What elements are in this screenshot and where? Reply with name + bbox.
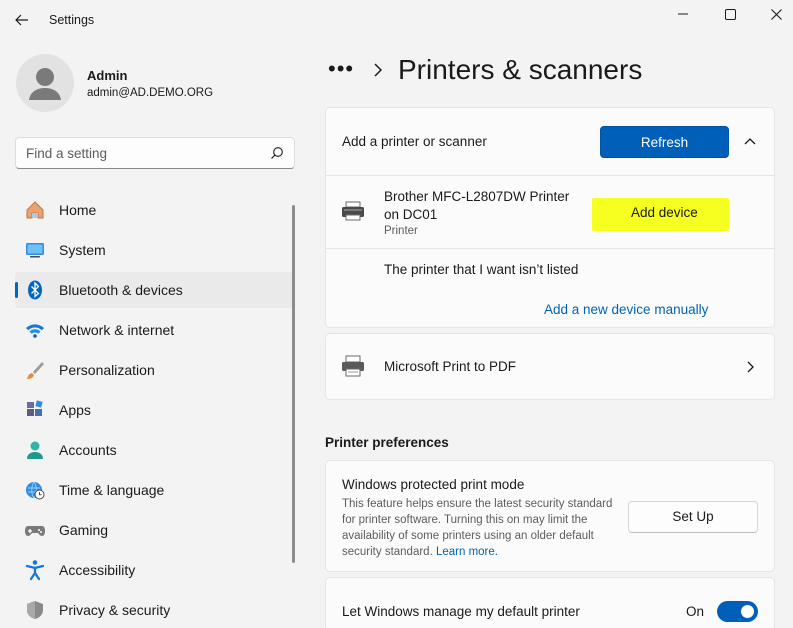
user-email: admin@AD.DEMO.ORG xyxy=(87,87,214,99)
sidebar-item-accessibility[interactable]: Accessibility xyxy=(15,552,295,588)
gamepad-icon xyxy=(25,526,45,536)
toggle-state-label: On xyxy=(686,604,705,619)
accounts-icon xyxy=(27,441,43,459)
sidebar-item-apps[interactable]: Apps xyxy=(15,392,295,428)
toggle-knob xyxy=(741,605,754,618)
sidebar-item-label: Network & internet xyxy=(59,322,175,338)
default-printer-label: Let Windows manage my default printer xyxy=(342,604,580,619)
system-icon xyxy=(26,243,44,258)
sidebar-item-gaming[interactable]: Gaming xyxy=(15,512,295,548)
brush-icon xyxy=(27,362,44,379)
maximize-icon xyxy=(724,8,736,20)
user-name: Admin xyxy=(87,68,128,83)
device-type: Printer xyxy=(384,225,418,237)
close-icon xyxy=(770,8,782,20)
apps-icon xyxy=(27,400,43,416)
divider xyxy=(326,175,774,176)
minimize-button[interactable] xyxy=(660,0,706,28)
default-printer-toggle[interactable] xyxy=(717,601,758,622)
user-avatar-icon xyxy=(29,68,61,100)
wifi-icon xyxy=(26,324,44,338)
refresh-button[interactable]: Refresh xyxy=(600,126,729,158)
minimize-icon xyxy=(678,13,688,15)
sidebar-item-label: Gaming xyxy=(59,522,109,538)
search-input[interactable]: Find a setting xyxy=(15,137,295,169)
app-title: Settings xyxy=(49,13,95,27)
sidebar-item-label: Accessibility xyxy=(59,562,136,578)
globe-clock-icon xyxy=(26,481,45,500)
maximize-button[interactable] xyxy=(707,0,753,28)
shield-icon xyxy=(27,601,43,619)
breadcrumb-more-button[interactable]: ••• xyxy=(328,56,354,82)
learn-more-link[interactable]: Learn more. xyxy=(436,546,498,558)
setup-button[interactable]: Set Up xyxy=(628,501,758,533)
protected-mode-description: This feature helps ensure the latest sec… xyxy=(342,496,614,560)
chevron-up-icon[interactable] xyxy=(743,136,757,146)
sidebar-item-home[interactable]: Home xyxy=(15,192,295,228)
divider xyxy=(326,248,774,249)
sidebar-item-personalization[interactable]: Personalization xyxy=(15,352,295,388)
page-title: Printers & scanners xyxy=(398,54,643,85)
section-title: Printer preferences xyxy=(325,435,449,450)
sidebar-item-label: Personalization xyxy=(59,362,155,378)
sidebar-item-bluetooth[interactable]: Bluetooth & devices xyxy=(15,272,295,308)
protected-mode-title: Windows protected print mode xyxy=(342,477,525,492)
search-icon xyxy=(271,147,283,159)
chevron-right-icon xyxy=(374,63,383,77)
home-icon xyxy=(26,201,44,219)
sidebar-item-privacy-security[interactable]: Privacy & security xyxy=(15,592,295,628)
add-device-button[interactable]: Add device xyxy=(631,205,698,220)
sidebar-item-label: Privacy & security xyxy=(59,602,171,618)
active-indicator xyxy=(15,282,18,298)
sidebar-item-accounts[interactable]: Accounts xyxy=(15,432,295,468)
search-placeholder: Find a setting xyxy=(26,146,108,161)
sidebar-item-network[interactable]: Network & internet xyxy=(15,312,295,348)
printer-icon xyxy=(342,355,364,377)
sidebar-item-label: Accounts xyxy=(59,442,117,458)
sidebar-item-time-language[interactable]: Time & language xyxy=(15,472,295,508)
default-printer-card xyxy=(325,577,775,628)
avatar[interactable] xyxy=(16,54,74,112)
printer-icon xyxy=(342,201,364,221)
sidebar-item-label: Time & language xyxy=(59,482,165,498)
sidebar-scrollbar[interactable] xyxy=(292,205,295,563)
sidebar-item-label: System xyxy=(59,242,106,258)
device-name-line2: on DC01 xyxy=(384,207,438,222)
sidebar-item-label: Apps xyxy=(59,402,91,418)
back-button[interactable] xyxy=(8,6,36,34)
accessibility-icon xyxy=(25,560,45,581)
sidebar-item-label: Bluetooth & devices xyxy=(59,282,183,298)
close-button[interactable] xyxy=(753,0,793,28)
title-bar: Settings xyxy=(0,0,793,40)
sidebar-item-label: Home xyxy=(59,202,97,218)
printer-name: Microsoft Print to PDF xyxy=(384,359,517,374)
not-listed-label: The printer that I want isn’t listed xyxy=(384,262,579,277)
chevron-right-icon xyxy=(747,361,754,373)
add-printer-label: Add a printer or scanner xyxy=(342,134,487,149)
sidebar-item-system[interactable]: System xyxy=(15,232,295,268)
device-name-line1: Brother MFC-L2807DW Printer xyxy=(384,189,570,204)
add-device-manually-link[interactable]: Add a new device manually xyxy=(544,302,708,317)
back-arrow-icon xyxy=(15,14,28,26)
bluetooth-icon xyxy=(28,280,42,300)
